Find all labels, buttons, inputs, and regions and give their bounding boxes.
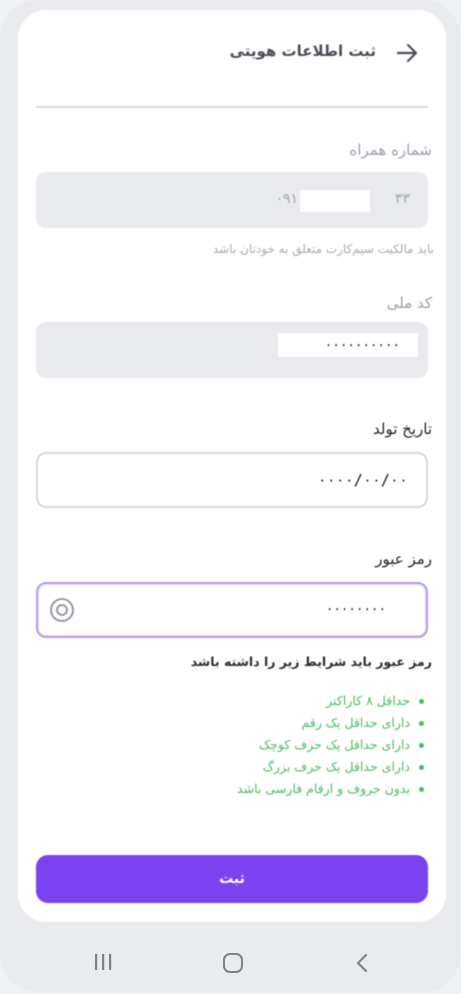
bullet-icon xyxy=(419,743,424,748)
recents-icon[interactable] xyxy=(92,952,114,972)
bullet-icon xyxy=(419,721,424,726)
password-rule-item: دارای حداقل یک رقم xyxy=(237,712,424,734)
device-frame: ثبت اطلاعات هویتی شماره همراه ۳۳ ۰۹۱ بای… xyxy=(2,2,459,990)
phone-field: ۳۳ ۰۹۱ xyxy=(36,172,428,228)
national-id-label: کد ملی xyxy=(386,294,432,312)
eye-icon[interactable] xyxy=(48,596,76,624)
chevron-left-icon[interactable] xyxy=(354,952,370,974)
system-navbar xyxy=(2,932,461,994)
header-divider xyxy=(36,106,428,108)
phone-value-end: ۳۳ xyxy=(394,191,410,207)
bullet-icon xyxy=(419,787,424,792)
password-rules-list: حداقل ۸ کاراکتر دارای حداقل یک رقم دارای… xyxy=(237,690,424,800)
birth-date-value: ۰۰۰۰/۰۰/۰۰ xyxy=(317,471,408,489)
header: ثبت اطلاعات هویتی xyxy=(18,10,446,104)
password-input[interactable]: ۰۰۰۰۰۰۰۰ xyxy=(36,582,428,638)
submit-button[interactable]: ثبت xyxy=(36,855,428,903)
phone-label: شماره همراه xyxy=(349,141,432,159)
password-rules-title: رمز عبور باید شرایط زیر را داشته باشد xyxy=(190,654,432,669)
rule-text: دارای حداقل یک حرف بزرگ xyxy=(262,759,410,774)
rule-text: دارای حداقل یک حرف کوچک xyxy=(258,737,410,752)
national-id-field: ۰۰۰۰۰۰۰۰۰۰ xyxy=(36,322,428,378)
phone-value-start: ۰۹۱ xyxy=(275,191,298,207)
bullet-icon xyxy=(419,765,424,770)
arrow-right-icon[interactable] xyxy=(394,40,420,66)
password-value: ۰۰۰۰۰۰۰۰ xyxy=(325,601,386,617)
phone-hint: باید مالکیت سیم‌کارت متعلق به خودتان باش… xyxy=(212,242,434,256)
rule-text: بدون حروف و ارقام فارسی باشد xyxy=(237,781,410,796)
national-id-value: ۰۰۰۰۰۰۰۰۰۰ xyxy=(324,337,400,353)
bullet-icon xyxy=(419,699,424,704)
password-rule-item: دارای حداقل یک حرف کوچک xyxy=(237,734,424,756)
birth-date-input[interactable]: ۰۰۰۰/۰۰/۰۰ xyxy=(36,452,428,508)
password-label: رمز عبور xyxy=(375,550,432,568)
app-screen: ثبت اطلاعات هویتی شماره همراه ۳۳ ۰۹۱ بای… xyxy=(18,10,446,922)
home-icon[interactable] xyxy=(222,952,244,974)
password-rule-item: بدون حروف و ارقام فارسی باشد xyxy=(237,778,424,800)
password-rule-item: حداقل ۸ کاراکتر xyxy=(237,690,424,712)
password-rule-item: دارای حداقل یک حرف بزرگ xyxy=(237,756,424,778)
birth-date-label: تاریخ تولد xyxy=(373,420,432,438)
page-title: ثبت اطلاعات هویتی xyxy=(229,42,376,60)
rule-text: حداقل ۸ کاراکتر xyxy=(326,693,410,708)
phone-redaction xyxy=(300,190,370,212)
rule-text: دارای حداقل یک رقم xyxy=(301,715,410,730)
